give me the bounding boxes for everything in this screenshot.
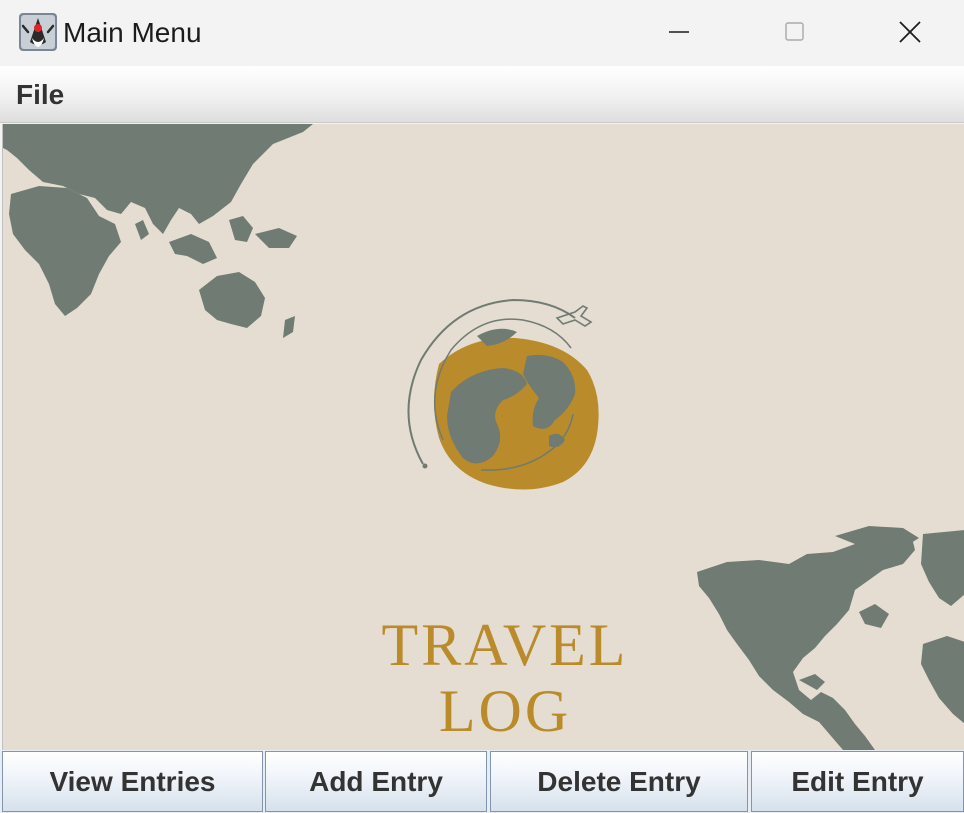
menu-file[interactable]: File <box>6 74 74 116</box>
travel-log-banner: TRAVEL LOG <box>2 124 964 750</box>
travel-log-logo-text: TRAVEL LOG <box>381 612 629 744</box>
title-bar: Main Menu <box>0 0 964 66</box>
action-button-bar: View Entries Add Entry Delete Entry Edit… <box>0 750 964 813</box>
add-entry-button[interactable]: Add Entry <box>265 751 487 812</box>
minimize-icon <box>669 31 689 33</box>
view-entries-button[interactable]: View Entries <box>2 751 263 812</box>
java-duke-icon <box>18 12 58 52</box>
bottom-right-continents <box>697 526 964 750</box>
maximize-icon <box>785 22 804 41</box>
edit-entry-button[interactable]: Edit Entry <box>751 751 964 812</box>
delete-entry-button[interactable]: Delete Entry <box>490 751 748 812</box>
minimize-button[interactable] <box>621 0 737 64</box>
menu-bar: File <box>0 66 964 123</box>
window-title: Main Menu <box>63 17 202 48</box>
maximize-button[interactable] <box>737 0 853 64</box>
top-left-continents <box>3 124 313 338</box>
globe-logo <box>407 298 599 490</box>
close-button[interactable] <box>852 0 964 64</box>
close-icon <box>899 21 921 43</box>
